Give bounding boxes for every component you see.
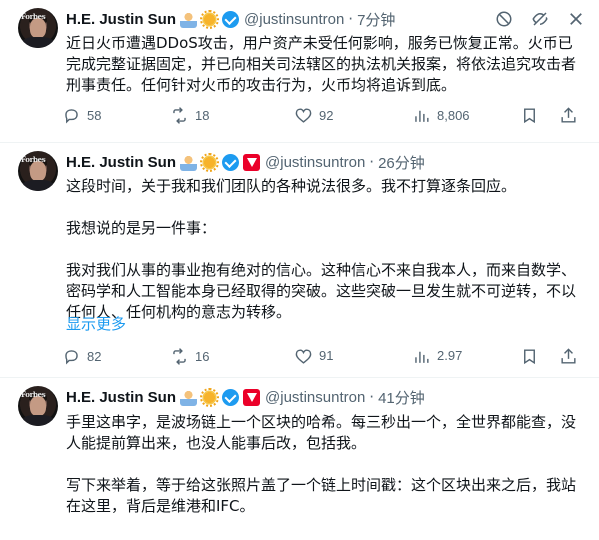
timestamp[interactable]: 41分钟 bbox=[378, 387, 425, 408]
person-emoji-icon bbox=[180, 10, 198, 28]
author-name[interactable]: H.E. Justin Sun bbox=[66, 154, 176, 171]
author-handle[interactable]: @justinsuntron bbox=[244, 11, 344, 28]
sun-emoji-icon bbox=[200, 387, 220, 407]
separator-dot: · bbox=[369, 388, 375, 406]
views-icon bbox=[415, 351, 429, 363]
retweet-button[interactable]: 18 bbox=[170, 106, 209, 125]
share-icon[interactable] bbox=[559, 347, 578, 366]
tweet-text: 手里这串字，是波场链上一个区块的哈希。每三秒出一个，全世界都能查，没 人能提前算… bbox=[66, 413, 577, 515]
tweet-1[interactable]: Forbes H.E. Justin Sun @justinsuntron · … bbox=[0, 0, 599, 143]
views-icon bbox=[415, 110, 429, 122]
tron-badge-icon[interactable] bbox=[243, 153, 261, 171]
verified-badge-icon[interactable] bbox=[222, 153, 240, 171]
tweet-text: 近日火币遭遇DDoS攻击，用户资产未受任何影响，服务已恢复正常。火币已 完成完整… bbox=[66, 34, 577, 94]
reply-icon bbox=[65, 109, 78, 124]
share-icon[interactable] bbox=[559, 106, 578, 125]
author-name[interactable]: H.E. Justin Sun bbox=[66, 11, 176, 28]
reply-icon bbox=[65, 350, 78, 365]
retweet-count: 16 bbox=[195, 349, 210, 364]
views-button[interactable]: 2.97 bbox=[412, 347, 462, 366]
like-icon bbox=[295, 108, 312, 123]
bookmark-icon[interactable] bbox=[520, 347, 539, 366]
sun-emoji-icon bbox=[200, 9, 220, 29]
retweet-count: 18 bbox=[195, 108, 210, 123]
views-count: 8,806 bbox=[437, 108, 470, 123]
separator-dot: · bbox=[369, 153, 375, 171]
sun-emoji-icon bbox=[200, 152, 220, 172]
tron-badge-icon[interactable] bbox=[243, 388, 261, 406]
hide-icon[interactable] bbox=[531, 10, 549, 28]
views-count: 2.97 bbox=[437, 350, 463, 363]
separator-dot: · bbox=[348, 10, 354, 28]
avatar[interactable]: Forbes bbox=[18, 151, 58, 191]
action-bar: 82 16 91 2.97 bbox=[62, 347, 582, 367]
author-handle[interactable]: @justinsuntron bbox=[265, 389, 365, 406]
tweet-2[interactable]: Forbes H.E. Justin Sun @justinsuntron · … bbox=[0, 143, 599, 378]
more-icon[interactable] bbox=[567, 10, 585, 28]
tweet-3[interactable]: Forbes H.E. Justin Sun @justinsuntron · … bbox=[0, 378, 599, 540]
action-bar: 58 18 92 8,806 bbox=[62, 106, 582, 126]
reply-count: 82 bbox=[87, 349, 102, 364]
author-handle[interactable]: @justinsuntron bbox=[265, 154, 365, 171]
author-name[interactable]: H.E. Justin Sun bbox=[66, 389, 176, 406]
show-more-link[interactable]: 显示更多 bbox=[66, 314, 126, 334]
timestamp[interactable]: 7分钟 bbox=[357, 9, 395, 30]
like-button[interactable]: 92 bbox=[294, 106, 333, 125]
tweet-text: 这段时间，关于我和我们团队的各种说法很多。我不打算逐条回应。 我想说的是另一件事… bbox=[66, 177, 577, 321]
avatar[interactable]: Forbes bbox=[18, 386, 58, 426]
views-button[interactable]: 8,806 bbox=[412, 106, 470, 125]
mute-icon[interactable] bbox=[495, 10, 513, 28]
retweet-icon bbox=[173, 348, 186, 365]
reply-button[interactable]: 82 bbox=[62, 347, 101, 366]
like-button[interactable]: 91 bbox=[294, 347, 333, 366]
retweet-button[interactable]: 16 bbox=[170, 347, 209, 366]
person-emoji-icon bbox=[180, 388, 198, 406]
like-icon bbox=[295, 349, 312, 364]
person-emoji-icon bbox=[180, 153, 198, 171]
reply-button[interactable]: 58 bbox=[62, 106, 101, 125]
verified-badge-icon[interactable] bbox=[222, 388, 240, 406]
like-count: 91 bbox=[319, 350, 334, 363]
like-count: 92 bbox=[319, 108, 334, 123]
bookmark-icon[interactable] bbox=[520, 106, 539, 125]
retweet-icon bbox=[173, 107, 186, 124]
avatar[interactable]: Forbes bbox=[18, 8, 58, 48]
verified-badge-icon[interactable] bbox=[222, 10, 240, 28]
reply-count: 58 bbox=[87, 108, 102, 123]
timestamp[interactable]: 26分钟 bbox=[378, 152, 425, 173]
